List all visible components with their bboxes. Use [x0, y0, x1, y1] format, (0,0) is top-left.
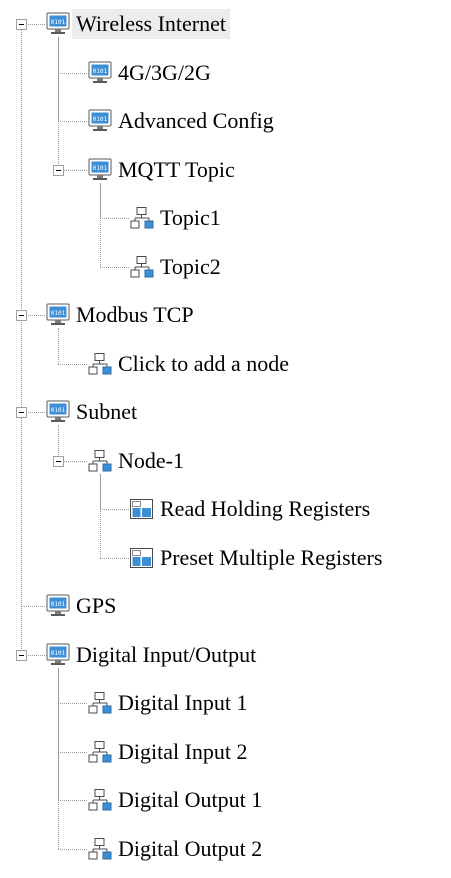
tree-node-label: Digital Input 1 [118, 690, 248, 715]
tree-connector-line [100, 473, 101, 558]
svg-text:0101: 0101 [93, 68, 108, 75]
computer-icon: 0101 [86, 107, 114, 135]
collapse-toggle[interactable] [16, 649, 27, 661]
tree-node-digital-output-1[interactable]: Digital Output 1 [86, 784, 266, 816]
svg-text:0101: 0101 [93, 165, 108, 172]
tree-connector-line [58, 121, 87, 122]
tree-connector-line [100, 557, 129, 559]
collapse-toggle[interactable] [53, 164, 64, 176]
collapse-toggle[interactable] [16, 407, 27, 418]
tree-node-label: Digital Output 2 [118, 835, 263, 861]
tree-connector-line [58, 751, 87, 753]
network-node-icon [86, 738, 114, 766]
computer-icon: 0101 [44, 10, 72, 38]
tree-node-modbus-tcp[interactable]: 0101 Modbus TCP [44, 299, 198, 331]
tree-node-node-1[interactable]: Node-1 [86, 445, 188, 477]
computer-icon: 0101 [44, 641, 72, 669]
computer-icon: 0101 [44, 592, 72, 620]
tree-node-label: GPS [76, 593, 117, 618]
computer-icon: 0101 [86, 59, 114, 87]
tree-node-label: Modbus TCP [76, 302, 194, 327]
collapse-toggle[interactable] [16, 310, 27, 321]
collapse-toggle[interactable] [16, 19, 27, 30]
tree-connector-line [100, 218, 129, 219]
tree-node-label: Digital Input 2 [118, 738, 248, 764]
tree-node-digital-input-output[interactable]: 0101 Digital Input/Output [44, 639, 260, 671]
network-node-icon [86, 786, 114, 814]
network-node-icon [128, 253, 156, 281]
tree-node-label: Digital Output 1 [118, 787, 263, 812]
tree-node-label: Topic1 [160, 205, 221, 230]
tree-node-click-to-add-a-node[interactable]: Click to add a node [86, 348, 293, 380]
tree-node-digital-input-1[interactable]: Digital Input 1 [86, 687, 252, 719]
tree-connector-line [58, 363, 87, 365]
network-node-icon [86, 835, 114, 863]
tree-connector-line [21, 606, 45, 607]
tree-connector-line [58, 703, 87, 704]
svg-text:0101: 0101 [51, 650, 66, 657]
tree-connector-line [58, 848, 87, 850]
computer-icon: 0101 [86, 156, 114, 184]
tree-node-4g-3g-2g[interactable]: 0101 4G/3G/2G [86, 57, 215, 89]
tree-connector-line [58, 37, 59, 170]
tree-node-mqtt-topic[interactable]: 0101 MQTT Topic [86, 154, 239, 186]
svg-text:0101: 0101 [51, 601, 66, 608]
tree-node-label: Digital Input/Output [76, 641, 257, 667]
tree-node-label: Read Holding Registers [160, 496, 371, 521]
svg-text:0101: 0101 [93, 116, 108, 123]
tree-node-label: MQTT Topic [118, 156, 235, 182]
tree-node-label: Click to add a node [118, 350, 290, 376]
network-node-icon [128, 204, 156, 232]
network-node-icon [86, 689, 114, 717]
tree-node-topic1[interactable]: Topic1 [128, 202, 225, 234]
tree-node-advanced-config[interactable]: 0101 Advanced Config [86, 105, 278, 137]
tree-node-digital-input-2[interactable]: Digital Input 2 [86, 736, 252, 768]
tree-node-preset-multiple-registers[interactable]: Preset Multiple Registers [128, 542, 386, 574]
network-node-icon [86, 447, 114, 475]
tree-node-topic2[interactable]: Topic2 [128, 251, 225, 283]
network-node-icon [86, 350, 114, 378]
svg-text:0101: 0101 [51, 19, 66, 26]
tree-connector-line [58, 800, 87, 801]
tree-node-read-holding-registers[interactable]: Read Holding Registers [128, 493, 374, 525]
tree-node-subnet[interactable]: 0101 Subnet [44, 396, 141, 428]
tree-connector-line [21, 24, 22, 655]
tree-node-label: Subnet [76, 399, 138, 424]
tree-connector-line [58, 72, 87, 74]
tree-node-label: Node-1 [118, 447, 184, 473]
svg-text:0101: 0101 [51, 407, 66, 414]
computer-icon: 0101 [44, 398, 72, 426]
tree-node-label: Preset Multiple Registers [160, 544, 383, 570]
tree-connector-line [100, 509, 129, 510]
computer-icon: 0101 [44, 301, 72, 329]
tree-node-gps[interactable]: 0101 GPS [44, 590, 120, 622]
tree-connector-line [100, 266, 129, 268]
tree-node-label: Topic2 [160, 253, 221, 279]
tree-node-label: 4G/3G/2G [118, 59, 211, 85]
svg-text:0101: 0101 [51, 310, 66, 317]
tree-connector-line [100, 182, 101, 267]
tree-node-wireless-internet[interactable]: 0101 Wireless Internet [44, 8, 230, 40]
register-icon [128, 495, 156, 523]
collapse-toggle[interactable] [53, 455, 64, 467]
register-icon [128, 544, 156, 572]
tree-node-digital-output-2[interactable]: Digital Output 2 [86, 833, 266, 865]
tree-node-label: Advanced Config [118, 108, 274, 133]
tree-view: 0101 Wireless Internet 0101 4G/3G/2G 010… [0, 0, 451, 878]
tree-node-label: Wireless Internet [72, 9, 230, 39]
tree-connector-line [58, 328, 59, 364]
tree-connector-line [58, 667, 59, 849]
